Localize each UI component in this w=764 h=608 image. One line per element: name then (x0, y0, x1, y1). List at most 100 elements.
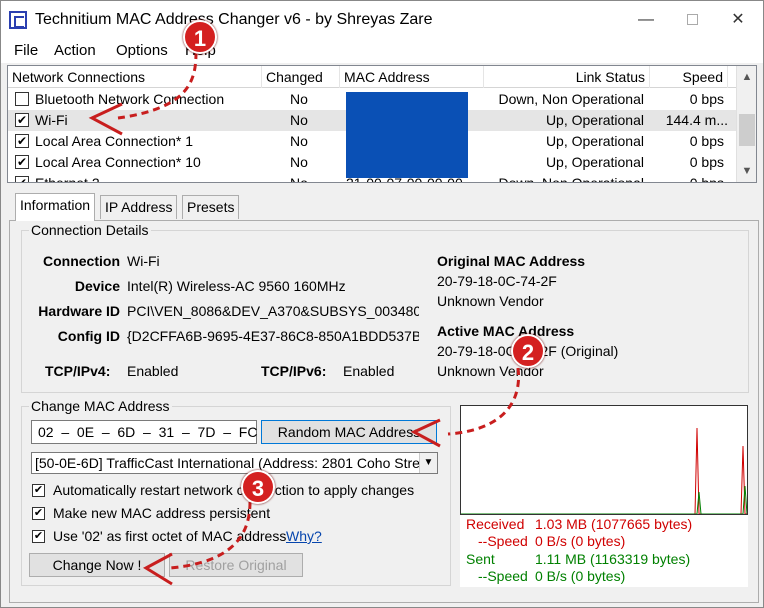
row-checkbox[interactable]: ✔ (15, 113, 29, 127)
row-status: Down, Non Operational (498, 91, 644, 107)
tcpipv6-label: TCP/IPv6: (261, 363, 327, 379)
title-bar[interactable]: Technitium MAC Address Changer v6 - by S… (1, 1, 763, 39)
change-now-button[interactable]: Change Now ! (29, 553, 165, 577)
scroll-thumb[interactable] (739, 114, 755, 146)
sent-speed-label: --Speed (478, 568, 528, 584)
annotation-marker-1: 1 (183, 20, 217, 54)
change-mac-legend: Change MAC Address (29, 398, 172, 414)
why-link[interactable]: Why? (286, 528, 322, 544)
annotation-marker-2: 2 (511, 334, 545, 368)
use-02-checkbox[interactable]: ✔ (32, 530, 45, 543)
random-mac-button[interactable]: Random MAC Address (261, 420, 437, 444)
connection-label: Connection (43, 253, 120, 269)
auto-restart-checkbox[interactable]: ✔ (32, 484, 45, 497)
row-speed: 0 bps (689, 91, 724, 107)
scroll-up-icon[interactable]: ▲ (737, 68, 756, 86)
row-changed: No (290, 112, 308, 128)
row-name: Ethernet 2 (35, 175, 100, 183)
restore-original-button[interactable]: Restore Original (169, 553, 303, 577)
row-checkbox[interactable]: ✔ (15, 134, 29, 148)
received-label: Received (466, 516, 525, 532)
connection-value: Wi-Fi (127, 253, 160, 269)
row-name: Local Area Connection* 10 (35, 154, 201, 170)
tcpipv4-label: TCP/IPv4: (45, 363, 111, 379)
row-status: Up, Operational (545, 133, 644, 149)
row-checkbox[interactable] (15, 92, 29, 106)
tcpipv6-value: Enabled (343, 363, 395, 379)
tcpipv4-value: Enabled (127, 363, 179, 379)
original-vendor-value: Unknown Vendor (437, 293, 544, 309)
row-changed: No (290, 154, 308, 170)
network-connections-list[interactable]: Network Connections Changed MAC Address … (7, 65, 757, 183)
row-checkbox[interactable]: ✔ (15, 155, 29, 169)
vendor-select-value: [50-0E-6D] TrafficCast International (Ad… (35, 455, 437, 471)
original-mac-label: Original MAC Address (437, 253, 586, 269)
column-network-connections[interactable]: Network Connections (8, 66, 262, 88)
maximize-icon (686, 14, 698, 26)
tab-presets[interactable]: Presets (182, 195, 240, 219)
active-mac-label: Active MAC Address (437, 323, 575, 339)
column-mac-address[interactable]: MAC Address (340, 66, 484, 88)
scroll-down-icon[interactable]: ▼ (737, 162, 756, 180)
sent-graph-line (461, 485, 747, 514)
vendor-select[interactable]: [50-0E-6D] TrafficCast International (Ad… (31, 452, 438, 474)
auto-restart-label[interactable]: Automatically restart network connection… (53, 482, 414, 498)
row-status: Up, Operational (545, 154, 644, 170)
mac-redaction-block (346, 92, 468, 178)
traffic-graph-svg (461, 427, 747, 514)
received-speed-value: 0 B/s (0 bytes) (535, 533, 626, 549)
received-value: 1.03 MB (1077665 bytes) (535, 516, 693, 532)
row-speed: 0 bps (689, 133, 724, 149)
mac-address-input[interactable]: 02 – 0E – 6D – 31 – 7D – FC (31, 420, 257, 444)
row-speed: 0 bps (689, 154, 724, 170)
minimize-button[interactable]: — (623, 1, 669, 39)
use-02-label[interactable]: Use '02' as first octet of MAC address (53, 528, 286, 544)
persistent-checkbox[interactable]: ✔ (32, 507, 45, 520)
row-changed: No (290, 91, 308, 107)
row-name: Bluetooth Network Connection (35, 91, 225, 107)
row-speed: 144.4 m... (665, 112, 728, 128)
original-mac-value: 20-79-18-0C-74-2F (437, 273, 557, 289)
column-speed[interactable]: Speed (650, 66, 728, 88)
hardware-id-value: PCI\VEN_8086&DEV_A370&SUBSYS_0034808( (127, 303, 419, 319)
menu-action[interactable]: Action (54, 42, 96, 59)
sent-value: 1.11 MB (1163319 bytes) (535, 551, 691, 567)
row-checkbox[interactable]: ✔ (15, 176, 29, 182)
menu-bar: File Action Options Help (1, 39, 763, 63)
traffic-graph (460, 405, 748, 515)
row-changed: No (290, 175, 308, 183)
column-changed[interactable]: Changed (262, 66, 340, 88)
app-logo-icon (9, 11, 27, 29)
menu-file[interactable]: File (14, 42, 38, 59)
traffic-stats: Received 1.03 MB (1077665 bytes) --Speed… (460, 515, 748, 587)
annotation-marker-3: 3 (241, 470, 275, 504)
close-button[interactable]: ✕ (715, 1, 761, 39)
device-value: Intel(R) Wireless-AC 9560 160MHz (127, 278, 346, 294)
tab-ip-address[interactable]: IP Address (100, 195, 178, 219)
list-scrollbar[interactable]: ▲ ▼ (736, 66, 756, 182)
column-link-status[interactable]: Link Status (484, 66, 650, 88)
row-changed: No (290, 133, 308, 149)
sent-label: Sent (466, 551, 495, 567)
connection-details-legend: Connection Details (29, 222, 151, 238)
list-header: Network Connections Changed MAC Address … (8, 66, 736, 88)
config-id-value: {D2CFFA6B-9695-4E37-86C8-850A1BDD537B} (127, 328, 419, 344)
received-graph-line (461, 427, 747, 514)
row-status: Up, Operational (545, 112, 644, 128)
chevron-down-icon[interactable]: ▼ (419, 453, 437, 473)
received-speed-label: --Speed (478, 533, 528, 549)
tab-information[interactable]: Information (15, 193, 96, 221)
device-label: Device (74, 278, 120, 294)
window-title: Technitium MAC Address Changer v6 - by S… (35, 11, 433, 28)
row-name: Local Area Connection* 1 (35, 133, 193, 149)
row-status: Down, Non Operational (498, 175, 644, 183)
config-id-label: Config ID (57, 328, 120, 344)
hardware-id-label: Hardware ID (38, 303, 120, 319)
row-name: Wi-Fi (35, 112, 68, 128)
maximize-button[interactable] (669, 1, 715, 39)
menu-options[interactable]: Options (116, 42, 168, 59)
sent-speed-value: 0 B/s (0 bytes) (535, 568, 626, 584)
app-window: Technitium MAC Address Changer v6 - by S… (0, 0, 764, 608)
row-speed: 0 bps (689, 175, 724, 183)
persistent-label[interactable]: Make new MAC address persistent (53, 505, 270, 521)
